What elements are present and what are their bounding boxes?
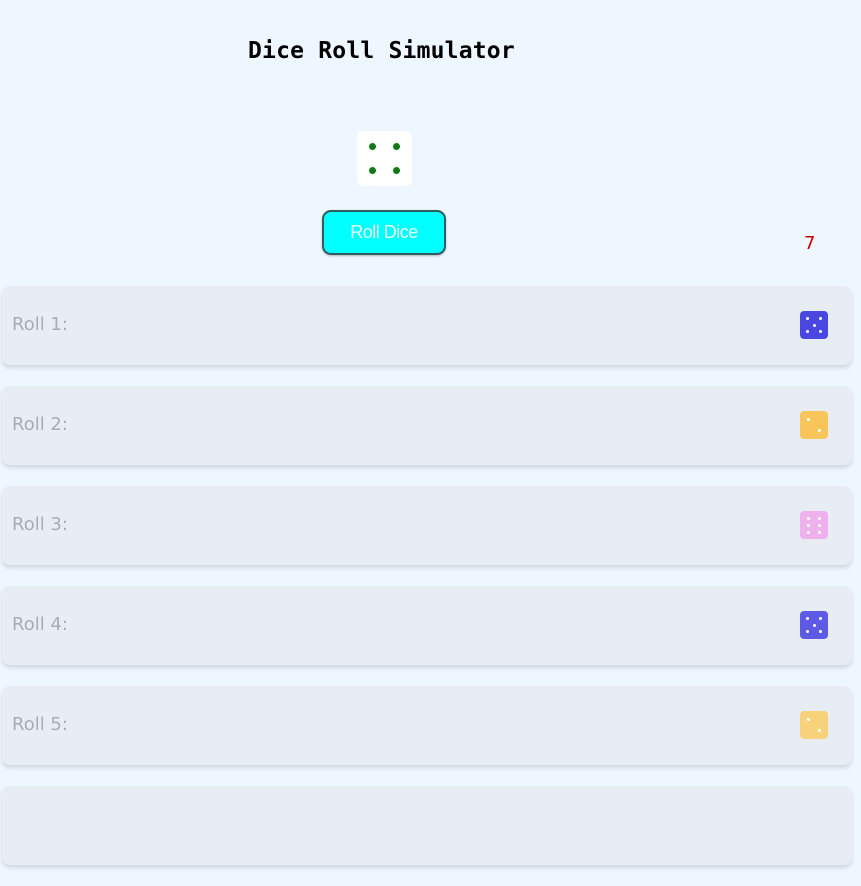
die-pip	[393, 142, 401, 150]
die-pip	[818, 629, 822, 633]
roll-label: Roll 4:	[12, 614, 68, 635]
die-pip	[806, 717, 810, 721]
die-pip	[817, 523, 821, 527]
roll-total: 7	[804, 233, 816, 254]
die-pip	[806, 317, 810, 321]
roll-label: Roll 5:	[12, 714, 68, 735]
roll-label: Roll 2:	[12, 414, 68, 435]
page-title: Dice Roll Simulator	[248, 38, 515, 64]
die-pip	[807, 516, 811, 520]
die-pip	[807, 530, 811, 534]
die-pip	[806, 617, 810, 621]
die-pip	[812, 323, 816, 327]
die-face-2-icon	[800, 411, 828, 439]
roll-history-item: Roll 5:	[2, 686, 852, 765]
roll-history-item: Roll 1:	[2, 286, 852, 365]
die-pip	[818, 317, 822, 321]
die-pip	[806, 329, 810, 333]
roll-history-item	[2, 786, 852, 865]
die-pip	[817, 530, 821, 534]
die-face-2-icon	[800, 711, 828, 739]
die-pip	[818, 729, 822, 733]
die-face-6-icon	[800, 511, 828, 539]
roll-history-list: Roll 1: Roll 2: Roll 3: Roll 4: Roll 5:	[2, 286, 852, 886]
roll-history-item: Roll 2:	[2, 386, 852, 465]
roll-label: Roll 3:	[12, 514, 68, 535]
roll-history-item: Roll 3:	[2, 486, 852, 565]
die-face-5-icon	[800, 311, 828, 339]
die-pip	[818, 329, 822, 333]
roll-label: Roll 1:	[12, 314, 68, 335]
die-pip	[807, 523, 811, 527]
die-pip	[818, 429, 822, 433]
die-face-4-icon	[357, 131, 412, 186]
die-pip	[806, 417, 810, 421]
roll-history-item: Roll 4:	[2, 586, 852, 665]
die-pip	[818, 617, 822, 621]
die-pip	[806, 629, 810, 633]
roll-dice-button[interactable]: Roll Dice	[322, 210, 446, 255]
die-pip	[812, 623, 816, 627]
die-pip	[817, 516, 821, 520]
die-pip	[368, 167, 376, 175]
die-pip	[368, 142, 376, 150]
die-face-5-icon	[800, 611, 828, 639]
die-pip	[393, 167, 401, 175]
